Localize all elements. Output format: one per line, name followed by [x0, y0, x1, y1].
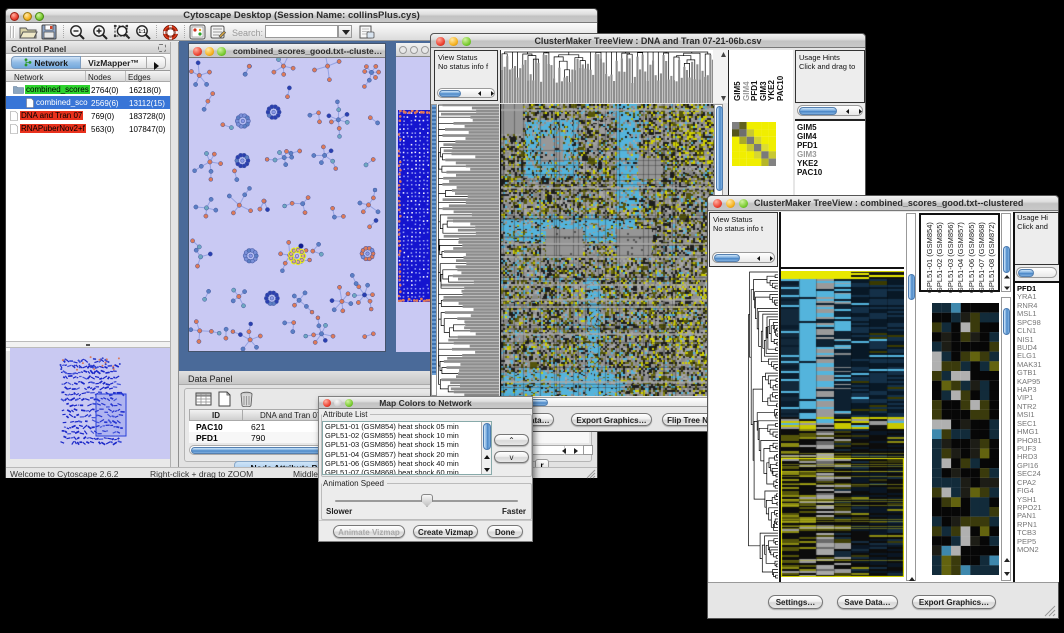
svg-text:1:1: 1:1	[138, 29, 145, 35]
